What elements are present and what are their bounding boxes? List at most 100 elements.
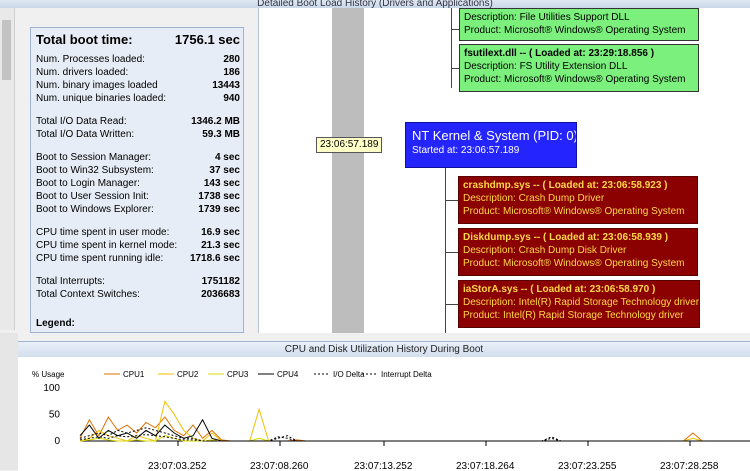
binary-node[interactable]: Description: File Utilities Support DLL … <box>459 8 699 41</box>
stat-label: Total I/O Data Written: <box>36 129 135 140</box>
node-title: iaStorA.sys -- ( Loaded at: 23:06:58.970… <box>463 284 656 295</box>
stat-value: 186 <box>223 67 240 78</box>
node-title: crashdmp.sys -- ( Loaded at: 23:06:58.92… <box>463 180 668 191</box>
kernel-started: Started at: 23:06:57.189 <box>412 145 520 156</box>
node-title: fsutilext.dll -- ( Loaded at: 23:29:18.8… <box>464 48 655 59</box>
kernel-title: NT Kernel & System (PID: 0) <box>412 128 577 143</box>
stat-value: 16.9 sec <box>201 227 240 238</box>
node-product: Product: Microsoft® Windows® Operating S… <box>463 206 685 217</box>
legend-entry: CPU2 <box>177 370 199 379</box>
stat-label: Boot to Windows Explorer: <box>36 204 154 215</box>
connector-line <box>451 68 459 69</box>
driver-node[interactable]: crashdmp.sys -- ( Loaded at: 23:06:58.92… <box>458 176 698 224</box>
stat-row: CPU time spent in user mode: 16.9 sec <box>36 226 240 239</box>
connector-line <box>451 8 452 88</box>
connector-line <box>445 200 458 201</box>
stat-label: Total I/O Data Read: <box>36 116 127 127</box>
stat-value: 1346.2 MB <box>191 116 240 127</box>
left-scrollbar-thumb[interactable] <box>2 20 11 80</box>
legend-entry: CPU3 <box>227 370 249 379</box>
series-line-cpu1 <box>79 416 740 442</box>
cpu-disk-panel: CPU and Disk Utilization History During … <box>18 341 750 471</box>
stat-label: Num. drivers loaded: <box>36 67 129 78</box>
stat-row: Num. drivers loaded: 186 <box>36 66 240 79</box>
timeline-bar <box>332 8 364 333</box>
driver-node[interactable]: iaStorA.sys -- ( Loaded at: 23:06:58.970… <box>458 280 700 328</box>
stat-value: 1756.1 sec <box>174 32 240 47</box>
stat-row: Total I/O Data Written: 59.3 MB <box>36 128 240 141</box>
legend-entry: Interrupt Delta <box>381 370 432 379</box>
node-product: Product: Microsoft® Windows® Operating S… <box>463 258 685 269</box>
y-tick-label: 50 <box>49 410 61 421</box>
stat-label: Boot to User Session Init: <box>36 191 149 202</box>
stat-label: Num. Processes loaded: <box>36 54 145 65</box>
stat-label: Total Context Switches: <box>36 289 140 300</box>
stat-row: Total Context Switches: 2036683 <box>36 288 240 301</box>
series-line-cpu3 <box>79 435 740 442</box>
cpu-panel-title: CPU and Disk Utilization History During … <box>18 342 750 357</box>
stat-value: 2036683 <box>201 289 240 300</box>
connector-line <box>445 252 458 253</box>
stat-value: 59.3 MB <box>202 129 240 140</box>
stat-row: Boot to User Session Init: 1738 sec <box>36 190 240 203</box>
stat-label: CPU time spent in kernel mode: <box>36 240 178 251</box>
stat-value: 13443 <box>212 80 240 91</box>
connector-line <box>445 168 446 333</box>
stat-value: 21.3 sec <box>201 240 240 251</box>
connector-line <box>445 304 458 305</box>
stat-label: Num. binary images loaded <box>36 80 158 91</box>
node-description: Description: Crash Dump Driver <box>463 193 605 204</box>
binary-node[interactable]: fsutilext.dll -- ( Loaded at: 23:29:18.8… <box>459 44 699 92</box>
left-scrollbar[interactable] <box>0 8 15 330</box>
stat-value: 1739 sec <box>198 204 240 215</box>
stat-value: 280 <box>223 54 240 65</box>
stat-row: Num. Processes loaded: 280 <box>36 53 240 66</box>
stat-value: 37 sec <box>209 165 240 176</box>
legend-entry: I/O Delta <box>333 370 365 379</box>
node-product: Product: Microsoft® Windows® Operating S… <box>464 74 686 85</box>
node-description: Description: FS Utility Extension DLL <box>464 61 628 72</box>
stat-label: Num. unique binaries loaded: <box>36 93 167 104</box>
stat-row: Num. binary images loaded 13443 <box>36 79 240 92</box>
stat-value: 143 sec <box>203 178 240 189</box>
stat-row: CPU time spent running idle: 1718.6 sec <box>36 252 240 265</box>
node-description: Description: Intel(R) Rapid Storage Tech… <box>463 297 700 308</box>
stat-row: Boot to Windows Explorer: 1739 sec <box>36 203 240 216</box>
boot-stats-panel: Total boot time: 1756.1 sec Num. Process… <box>30 27 244 333</box>
stat-value: 1718.6 sec <box>189 253 240 264</box>
stat-row: Total Interrupts: 1751182 <box>36 275 240 288</box>
legend-entry: CPU4 <box>277 370 299 379</box>
legend-label: Legend: <box>36 318 75 329</box>
left-strip <box>0 333 18 470</box>
boot-history-title: Detailed Boot Load History (Drivers and … <box>0 0 750 8</box>
legend-entry: CPU1 <box>123 370 145 379</box>
driver-node[interactable]: Diskdump.sys -- ( Loaded at: 23:06:58.93… <box>458 228 698 276</box>
stat-row: Boot to Session Manager: 4 sec <box>36 151 240 164</box>
node-product: Product: Microsoft® Windows® Operating S… <box>464 25 686 36</box>
kernel-node[interactable]: NT Kernel & System (PID: 0) Started at: … <box>405 122 577 168</box>
node-product: Product: Intel(R) Rapid Storage Technolo… <box>463 310 684 321</box>
stat-value: 1751182 <box>201 276 240 287</box>
stat-label: Boot to Login Manager: <box>36 178 140 189</box>
timeline-time-tag: 23:06:57.189 <box>316 137 383 153</box>
stat-value: 940 <box>223 93 240 104</box>
node-title: Diskdump.sys -- ( Loaded at: 23:06:58.93… <box>463 232 669 243</box>
connector-line <box>451 29 459 30</box>
stat-value: 1738 sec <box>198 191 240 202</box>
stat-label: Total boot time: <box>36 32 133 47</box>
stat-label: Total Interrupts: <box>36 276 105 287</box>
stat-label: Boot to Win32 Subsystem: <box>36 165 154 176</box>
series-line-cpu2 <box>79 400 740 442</box>
stat-label: CPU time spent running idle: <box>36 253 164 264</box>
y-axis-label: % Usage <box>32 370 65 379</box>
y-tick-label: 0 <box>54 436 60 447</box>
node-description: Description: File Utilities Support DLL <box>464 12 630 23</box>
stat-label: Boot to Session Manager: <box>36 152 152 163</box>
stat-total-boot-time: Total boot time: 1756.1 sec <box>36 32 240 48</box>
y-tick-label: 100 <box>43 383 60 394</box>
stat-value: 4 sec <box>214 152 240 163</box>
node-description: Description: Crash Dump Disk Driver <box>463 245 627 256</box>
stat-label: CPU time spent in user mode: <box>36 227 170 238</box>
stat-row: Boot to Win32 Subsystem: 37 sec <box>36 164 240 177</box>
cpu-usage-chart: % Usage CPU1 CPU2 CPU3 CPU4 I/O Delta Interrup… <box>32 370 750 471</box>
